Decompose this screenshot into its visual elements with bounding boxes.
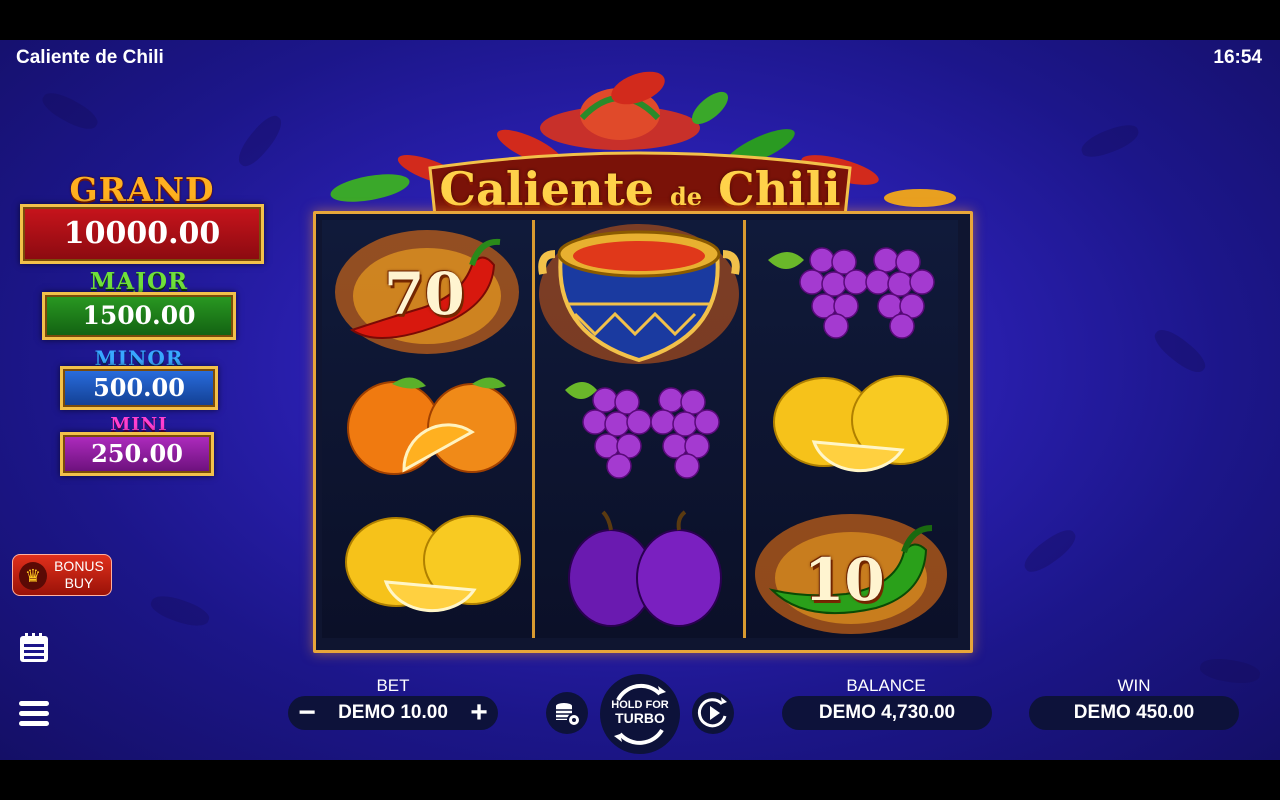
top-bar	[0, 0, 1280, 40]
red-chili-value: 70	[384, 260, 465, 328]
jackpot-grand-value: 10000.00	[20, 204, 264, 264]
bonus-buy-line1: BONUS	[54, 558, 104, 574]
bet-increase-button[interactable]: +	[462, 696, 496, 730]
symbol-plum	[535, 500, 745, 639]
clock: 16:54	[1213, 47, 1262, 68]
logo-text: Caliente de Chili	[320, 162, 960, 216]
logo-word-caliente: Caliente	[439, 162, 654, 216]
bet-value: DEMO 10.00	[338, 702, 448, 723]
logo-word-de: de	[670, 182, 703, 211]
win-label: WIN	[1117, 676, 1151, 695]
game-title: Caliente de Chili	[16, 47, 164, 68]
symbol-pot-bonus	[535, 214, 745, 366]
menu-icon[interactable]	[18, 698, 50, 730]
spin-label-line2: TURBO	[615, 710, 665, 726]
bonus-buy-button[interactable]: ♛ BONUS BUY	[12, 554, 112, 596]
symbol-lemon	[322, 500, 532, 639]
coin-settings-icon[interactable]	[546, 692, 588, 734]
paytable-icon[interactable]	[18, 632, 50, 664]
win-value: DEMO 450.00	[1029, 696, 1239, 730]
bet-label: BET	[376, 676, 410, 695]
symbol-orange	[322, 360, 532, 499]
reels-frame: 70 10	[313, 211, 973, 653]
crown-icon: ♛	[19, 562, 47, 590]
symbol-lemon	[746, 360, 956, 499]
bet-decrease-button[interactable]: −	[290, 696, 324, 730]
bottom-bar	[0, 760, 1280, 800]
bet-control: − DEMO 10.00 +	[288, 696, 498, 730]
jackpot-major-value: 1500.00	[42, 292, 236, 340]
symbol-grapes	[746, 220, 956, 359]
symbol-green-chili: 10	[746, 494, 956, 639]
symbol-grapes	[535, 360, 745, 499]
game-logo: Caliente de Chili	[320, 58, 960, 218]
jackpot-major-label: MAJOR	[89, 268, 189, 295]
jackpot-minor-value: 500.00	[60, 366, 218, 410]
logo-word-chili: Chili	[718, 162, 841, 216]
autoplay-icon[interactable]	[692, 692, 734, 734]
balance-value: DEMO 4,730.00	[782, 696, 992, 730]
symbol-red-chili: 70	[322, 220, 532, 359]
spin-button[interactable]: HOLD FOR TURBO	[600, 674, 680, 754]
jackpot-mini-value: 250.00	[60, 432, 214, 476]
bonus-buy-label: BONUS BUY	[49, 558, 109, 592]
bonus-buy-line2: BUY	[64, 575, 94, 591]
green-chili-value: 10	[804, 546, 885, 614]
balance-label: BALANCE	[846, 676, 926, 695]
spin-label: HOLD FOR TURBO	[600, 699, 680, 725]
